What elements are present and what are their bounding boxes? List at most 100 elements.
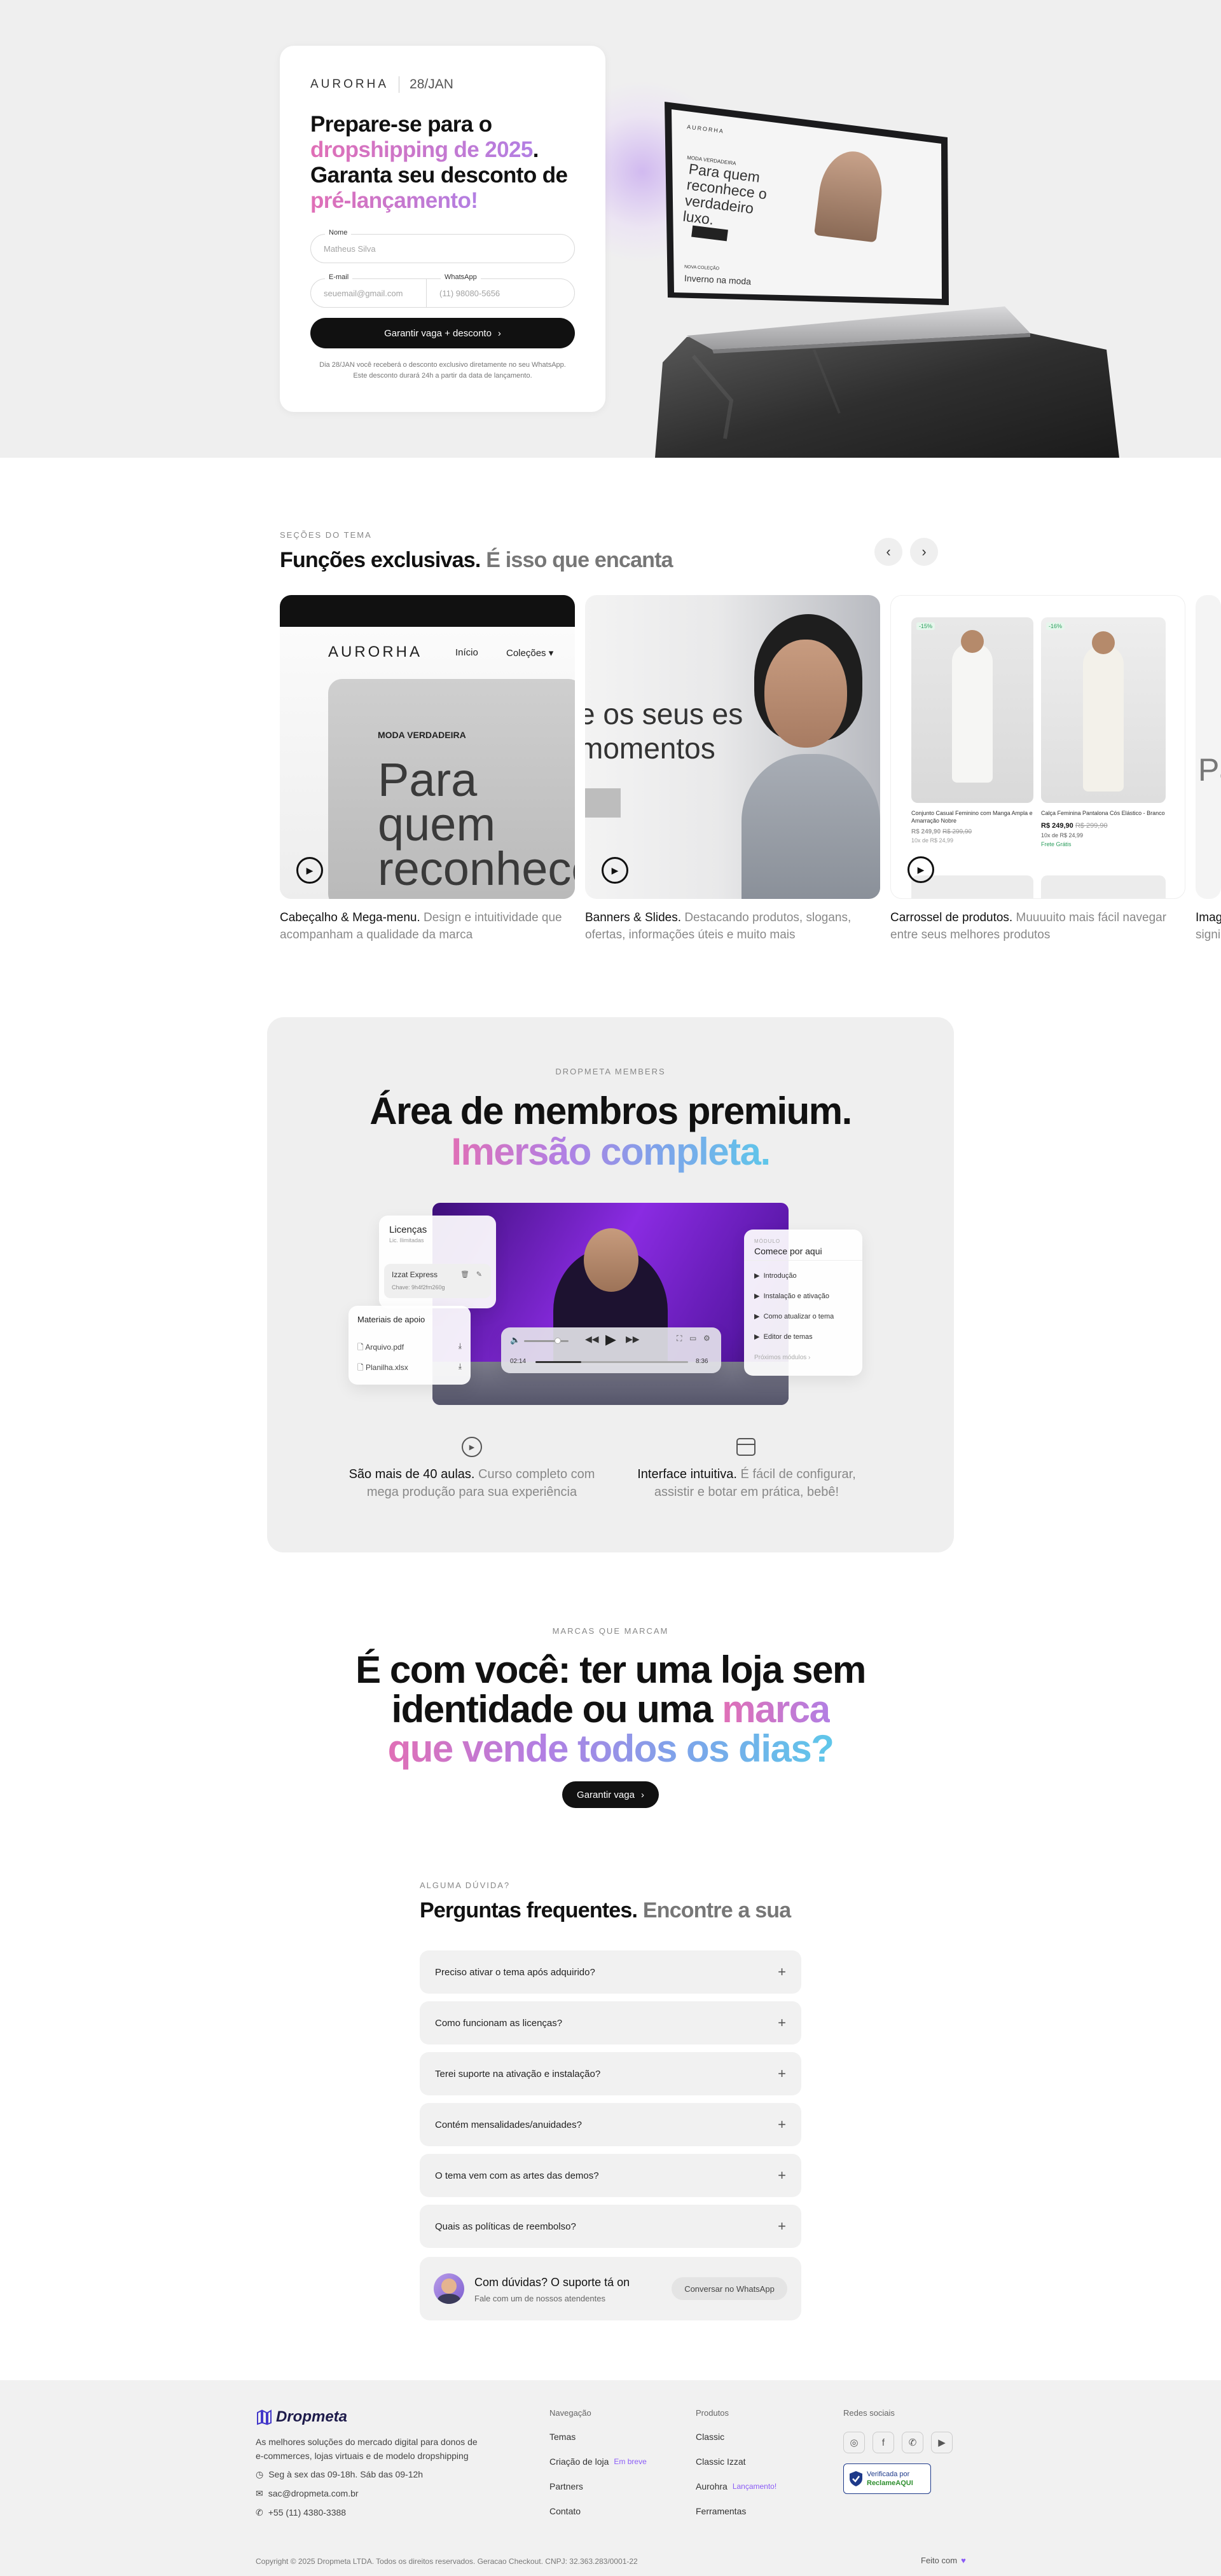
guarantee-discount-label: Garantir vaga + desconto — [384, 327, 492, 339]
name-field[interactable]: Nome Matheus Silva — [310, 229, 575, 263]
footer-link-classic[interactable]: Classic — [696, 2432, 776, 2442]
feature-card-header[interactable]: AURORHA Início Coleções ▾ MODA VERDADEIR… — [280, 595, 575, 899]
download-icon[interactable]: ⤓ — [459, 1362, 462, 1375]
footer-link-label: Classic Izzat — [696, 2456, 746, 2467]
footer-link-themes[interactable]: Temas — [549, 2432, 647, 2442]
footer-hours: ◷ Seg à sex das 09-18h. Sáb das 09-12h — [256, 2469, 423, 2480]
guarantee-discount-button[interactable]: Garantir vaga + desconto › — [310, 318, 575, 348]
whatsapp-field[interactable]: WhatsApp (11) 98080-5656 — [427, 273, 574, 307]
faq-item[interactable]: Terei suporte na ativação e instalação? + — [420, 2052, 801, 2095]
faq-item[interactable]: Como funcionam as licenças? + — [420, 2001, 801, 2045]
faq-item[interactable]: O tema vem com as artes das demos? + — [420, 2154, 801, 2197]
footer-link-aurohra[interactable]: Aurohra Lançamento! — [696, 2481, 776, 2491]
play-icon[interactable]: ▶ — [605, 1331, 616, 1348]
caption-strong: Banners & Slides. — [585, 911, 682, 924]
play-icon: ▶ — [917, 864, 925, 875]
footer-link-label: Classic — [696, 2432, 725, 2442]
footer-phone[interactable]: ✆ +55 (11) 4380-3388 — [256, 2507, 346, 2518]
product-badge-1: -15% — [916, 622, 935, 630]
footer-logo[interactable]: Dropmeta — [256, 2408, 347, 2426]
caption-strong: Imag — [1196, 911, 1221, 924]
hero-title-dot: . — [532, 137, 539, 162]
footer-link-store-creation[interactable]: Criação de loja Em breve — [549, 2456, 647, 2467]
forward-icon[interactable]: ▶▶ — [626, 1334, 640, 1345]
product-shipping-2: Frete Grátis — [1041, 841, 1072, 847]
email-text: sac@dropmeta.com.br — [268, 2488, 359, 2498]
product-installments-2: 10x de R$ 24,99 — [1041, 832, 1084, 839]
feature-card-banners[interactable]: e os seus es momentos ▶ — [585, 595, 880, 899]
product-price-2: R$ 249,90 R$ 299,90 — [1041, 822, 1108, 830]
volume-slider[interactable] — [524, 1338, 569, 1344]
caption-strong: Carrossel de produtos. — [890, 911, 1013, 924]
progress-track[interactable] — [535, 1361, 688, 1363]
banner-model-image — [729, 614, 880, 899]
footer-link-classic-izzat[interactable]: Classic Izzat — [696, 2456, 776, 2467]
play-button[interactable]: ▶ — [602, 857, 628, 884]
license-item[interactable]: Izzat Express Chave: 9h4f2fm260g 🗑 ✎ — [384, 1264, 491, 1298]
trash-icon[interactable]: 🗑 — [460, 1270, 469, 1278]
plus-icon: + — [778, 1964, 786, 1980]
faq-item[interactable]: Preciso ativar o tema após adquirido? + — [420, 1950, 801, 1994]
next-modules-link[interactable]: Próximos módulos › — [754, 1354, 810, 1361]
phone-text: +55 (11) 4380-3388 — [268, 2507, 347, 2518]
footer-email[interactable]: ✉ sac@dropmeta.com.br — [256, 2488, 359, 2499]
play-button[interactable]: ▶ — [907, 856, 934, 883]
whatsapp-chat-button[interactable]: Conversar no WhatsApp — [672, 2277, 787, 2300]
support-subtitle: Fale com um de nossos atendentes — [474, 2294, 605, 2303]
feature-card-partial[interactable]: Pa — [1196, 595, 1221, 899]
settings-icon[interactable]: ⚙ — [703, 1334, 710, 1343]
faq-item[interactable]: Quais as políticas de reembolso? + — [420, 2205, 801, 2248]
licenses-sub: Lic. Ilimitadas — [389, 1237, 424, 1243]
youtube-icon[interactable]: ▶ — [931, 2432, 953, 2453]
lesson-label: Instalação e ativação — [763, 1292, 829, 1300]
brands-line3: que vende todos os dias? — [387, 1727, 834, 1770]
dropmeta-logo-icon — [257, 2409, 272, 2425]
instagram-icon[interactable]: ◎ — [843, 2432, 865, 2453]
edit-icon[interactable]: ✎ — [476, 1270, 482, 1278]
faq-question: Quais as políticas de reembolso? — [435, 2221, 576, 2232]
footer-link-partners[interactable]: Partners — [549, 2481, 647, 2491]
brand-row: AURORHA 28/JAN — [310, 76, 453, 93]
lesson-item[interactable]: ▶ Editor de temas — [754, 1333, 813, 1341]
email-label: E-mail — [325, 273, 353, 281]
volume-thumb[interactable] — [555, 1338, 561, 1344]
facebook-icon[interactable]: f — [873, 2432, 894, 2453]
chevron-right-icon: › — [921, 544, 927, 559]
file-row-1[interactable]: 🗋 Arquivo.pdf ⤓ — [357, 1341, 462, 1355]
carousel-next-button[interactable]: › — [910, 538, 938, 566]
hero-title-highlight1: dropshipping de 2025 — [310, 137, 533, 162]
card-nav-collections-label: Coleções — [506, 648, 546, 659]
product-installments-1: 10x de R$ 24,99 — [911, 837, 954, 844]
fullscreen-icon[interactable]: ⛶ — [677, 1334, 682, 1343]
guarantee-spot-button[interactable]: Garantir vaga › — [562, 1781, 659, 1808]
banner-button — [585, 788, 621, 818]
product-price-1: R$ 249,90 R$ 299,90 — [911, 828, 972, 835]
file-1: 🗋 Arquivo.pdf — [357, 1341, 404, 1355]
carousel-prev-button[interactable]: ‹ — [874, 538, 902, 566]
module-panel: MÓDULO Comece por aqui ▶ Introdução ▶ In… — [744, 1230, 862, 1376]
feature-caption-header: Cabeçalho & Mega-menu. Design e intuitiv… — [280, 909, 575, 943]
laptop-headline: Para quem reconhece o verdadeiro luxo. — [682, 160, 768, 228]
file-row-2[interactable]: 🗋 Planilha.xlsx ⤓ — [357, 1362, 462, 1375]
lesson-item[interactable]: ▶ Introdução — [754, 1271, 797, 1280]
support-title: Com dúvidas? O suporte tá on — [474, 2276, 630, 2289]
volume-icon[interactable]: 🔈 — [510, 1335, 520, 1345]
feature-strong: Interface intuitiva. — [637, 1467, 737, 1481]
lesson-item[interactable]: ▶ Como atualizar o tema — [754, 1312, 834, 1320]
play-button[interactable]: ▶ — [296, 857, 323, 884]
faq-item[interactable]: Contém mensalidades/anuidades? + — [420, 2103, 801, 2146]
chevron-right-icon: › — [808, 1354, 811, 1361]
reclame-aqui-badge[interactable]: Verificada por ReclameAQUI — [843, 2463, 931, 2494]
rewind-icon[interactable]: ◀◀ — [585, 1334, 599, 1345]
plus-icon: + — [778, 2116, 786, 2132]
whatsapp-icon[interactable]: ✆ — [902, 2432, 923, 2453]
members-eyebrow: DROPMETA MEMBERS — [555, 1067, 666, 1076]
footer-link-contact[interactable]: Contato — [549, 2506, 647, 2516]
footer-link-tools[interactable]: Ferramentas — [696, 2506, 776, 2516]
email-field[interactable]: E-mail seuemail@gmail.com — [311, 273, 427, 307]
download-icon[interactable]: ⤓ — [459, 1341, 462, 1355]
lesson-item[interactable]: ▶ Instalação e ativação — [754, 1292, 829, 1300]
feature-card-products[interactable]: -15% Conjunto Casual Feminino com Manga … — [890, 595, 1185, 899]
pip-icon[interactable]: ▭ — [689, 1334, 696, 1343]
video-player-controls: 🔈 ◀◀ ▶ ▶▶ ⛶ ▭ ⚙ 02:14 8:36 — [501, 1327, 721, 1373]
